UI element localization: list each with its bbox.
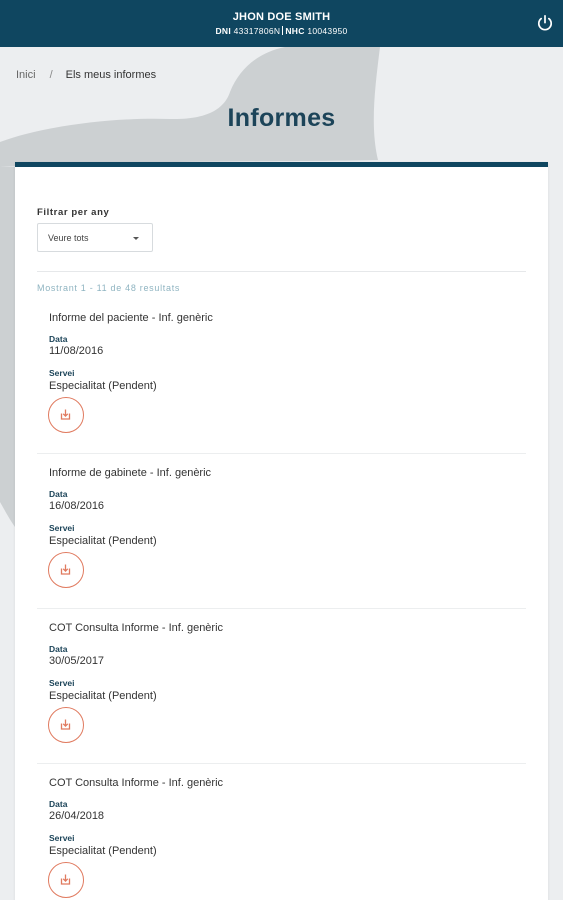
- report-service-label: Servei: [49, 368, 75, 378]
- report-date: 26/04/2018: [49, 810, 105, 822]
- report-service-label: Servei: [49, 523, 75, 533]
- report-service: Especialitat (Pendent): [49, 535, 157, 547]
- reports-card: Filtrar per any Veure tots Mostrant 1 - …: [15, 162, 548, 900]
- report-service-label: Servei: [49, 833, 75, 843]
- download-button[interactable]: [48, 862, 84, 898]
- nhc-label: NHC: [285, 26, 305, 36]
- breadcrumb-current: Els meus informes: [65, 69, 157, 81]
- report-date: 30/05/2017: [49, 655, 105, 667]
- report-item: COT Consulta Informe - Inf. genèric Data…: [37, 764, 526, 900]
- breadcrumb-home[interactable]: Inici: [16, 69, 36, 81]
- download-button[interactable]: [48, 707, 84, 743]
- patient-ids: DNI 43317806N NHC 10043950: [0, 26, 563, 36]
- report-item: Informe de gabinete - Inf. genèric Data …: [37, 454, 526, 609]
- report-item: Informe del paciente - Inf. genèric Data…: [37, 299, 526, 454]
- dni-label: DNI: [215, 26, 231, 36]
- year-filter-select[interactable]: Veure tots: [37, 223, 153, 252]
- report-date-label: Data: [49, 489, 68, 499]
- report-service-label: Servei: [49, 678, 75, 688]
- report-title: Informe del paciente - Inf. genèric: [49, 312, 213, 324]
- nhc-value: 10043950: [307, 26, 348, 36]
- download-button[interactable]: [48, 552, 84, 588]
- report-date-label: Data: [49, 334, 68, 344]
- report-service: Especialitat (Pendent): [49, 690, 157, 702]
- power-icon[interactable]: [536, 14, 554, 32]
- report-service: Especialitat (Pendent): [49, 845, 157, 857]
- report-date: 16/08/2016: [49, 500, 105, 512]
- id-separator: [282, 26, 284, 35]
- report-date: 11/08/2016: [49, 345, 104, 357]
- breadcrumb-separator: /: [49, 69, 53, 81]
- chevron-down-icon: [133, 237, 139, 240]
- breadcrumb: Inici / Els meus informes: [16, 69, 156, 81]
- patient-name: JHON DOE SMITH: [232, 11, 331, 23]
- report-date-label: Data: [49, 799, 68, 809]
- report-item: COT Consulta Informe - Inf. genèric Data…: [37, 609, 526, 764]
- year-filter-value: Veure tots: [48, 233, 89, 243]
- report-title: COT Consulta Informe - Inf. genèric: [49, 777, 224, 789]
- download-icon: [60, 564, 71, 575]
- report-title: Informe de gabinete - Inf. genèric: [49, 467, 212, 479]
- filter-label: Filtrar per any: [37, 207, 110, 218]
- dni-value: 43317806N: [233, 26, 281, 36]
- results-count: Mostrant 1 - 11 de 48 resultats: [37, 283, 181, 293]
- report-date-label: Data: [49, 644, 68, 654]
- report-title: COT Consulta Informe - Inf. genèric: [49, 622, 224, 634]
- report-service: Especialitat (Pendent): [49, 380, 157, 392]
- app-header: JHON DOE SMITH DNI 43317806N NHC 10043950: [0, 0, 563, 47]
- divider: [37, 271, 526, 272]
- download-icon: [60, 409, 71, 420]
- download-icon: [60, 874, 71, 885]
- download-button[interactable]: [48, 397, 84, 433]
- page-title: Informes: [227, 104, 336, 132]
- download-icon: [60, 719, 71, 730]
